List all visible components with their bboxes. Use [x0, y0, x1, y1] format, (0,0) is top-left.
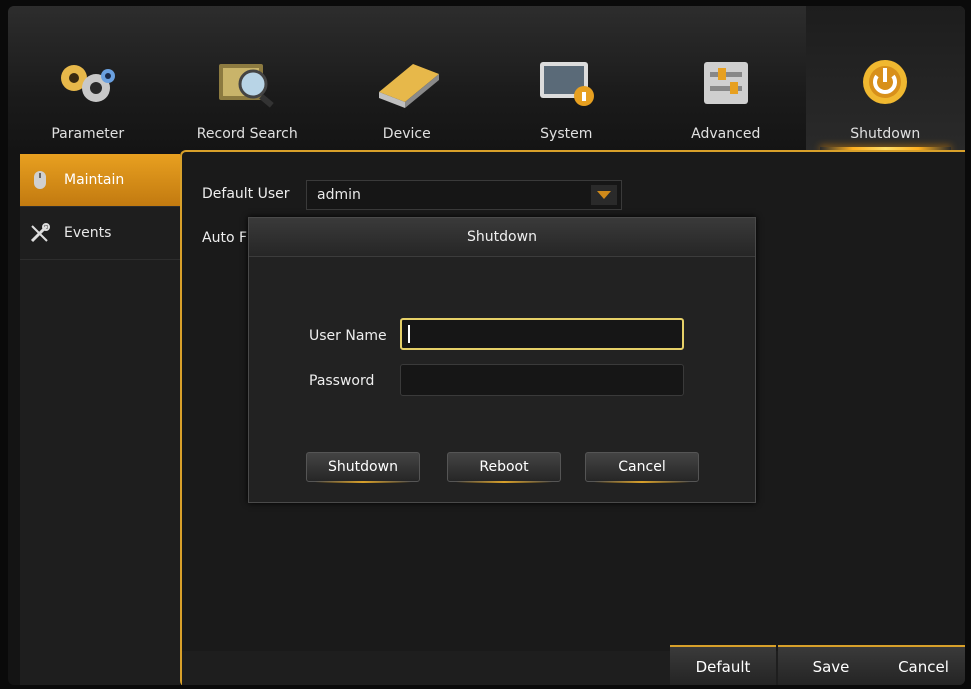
- dialog-title: Shutdown: [249, 218, 755, 257]
- hard-drive-icon: [371, 56, 443, 110]
- tab-record-search[interactable]: Record Search: [168, 6, 328, 152]
- auto-reboot-label: Auto F: [202, 230, 248, 246]
- chevron-down-icon[interactable]: [591, 185, 617, 205]
- tab-label: Shutdown: [850, 126, 921, 142]
- default-user-select[interactable]: admin: [306, 180, 622, 210]
- shutdown-button[interactable]: Shutdown: [306, 452, 420, 483]
- tab-label: Parameter: [51, 126, 125, 142]
- power-icon: [849, 56, 921, 110]
- tab-device[interactable]: Device: [327, 6, 487, 152]
- shutdown-dialog: Shutdown User Name Password Shutdown Reb…: [248, 217, 756, 503]
- sliders-icon: [690, 56, 762, 110]
- cancel-button[interactable]: Cancel: [880, 645, 965, 685]
- film-search-icon: [211, 56, 283, 110]
- sidebar: Maintain Events: [20, 154, 180, 685]
- username-label: User Name: [309, 328, 387, 344]
- default-user-label: Default User: [202, 186, 290, 202]
- save-button[interactable]: Save: [778, 645, 884, 685]
- main-menu-tabs: Parameter Record Search Device System Ad…: [8, 6, 965, 152]
- username-input[interactable]: [400, 318, 684, 350]
- tab-label: Advanced: [691, 126, 761, 142]
- password-input[interactable]: [400, 364, 684, 396]
- system-info-icon: [530, 56, 602, 110]
- sidebar-item-label: Maintain: [64, 172, 125, 188]
- mouse-icon: [30, 170, 50, 190]
- dvr-screen: Parameter Record Search Device System Ad…: [8, 6, 965, 685]
- gears-icon: [52, 56, 124, 110]
- text-caret: [408, 325, 410, 343]
- sidebar-item-maintain[interactable]: Maintain: [20, 154, 180, 207]
- dialog-cancel-button[interactable]: Cancel: [585, 452, 699, 483]
- tab-label: Record Search: [196, 126, 298, 142]
- sidebar-item-label: Events: [64, 225, 112, 241]
- default-user-value: admin: [317, 187, 361, 203]
- tab-parameter[interactable]: Parameter: [8, 6, 168, 152]
- password-label: Password: [309, 373, 375, 389]
- reboot-button[interactable]: Reboot: [447, 452, 561, 483]
- tab-shutdown[interactable]: Shutdown: [805, 6, 965, 152]
- tools-icon: [30, 223, 50, 243]
- tab-label: Device: [382, 126, 431, 142]
- tab-label: System: [540, 126, 593, 142]
- tab-advanced[interactable]: Advanced: [646, 6, 806, 152]
- sidebar-item-events[interactable]: Events: [20, 207, 180, 260]
- default-button[interactable]: Default: [670, 645, 776, 685]
- tab-system[interactable]: System: [487, 6, 647, 152]
